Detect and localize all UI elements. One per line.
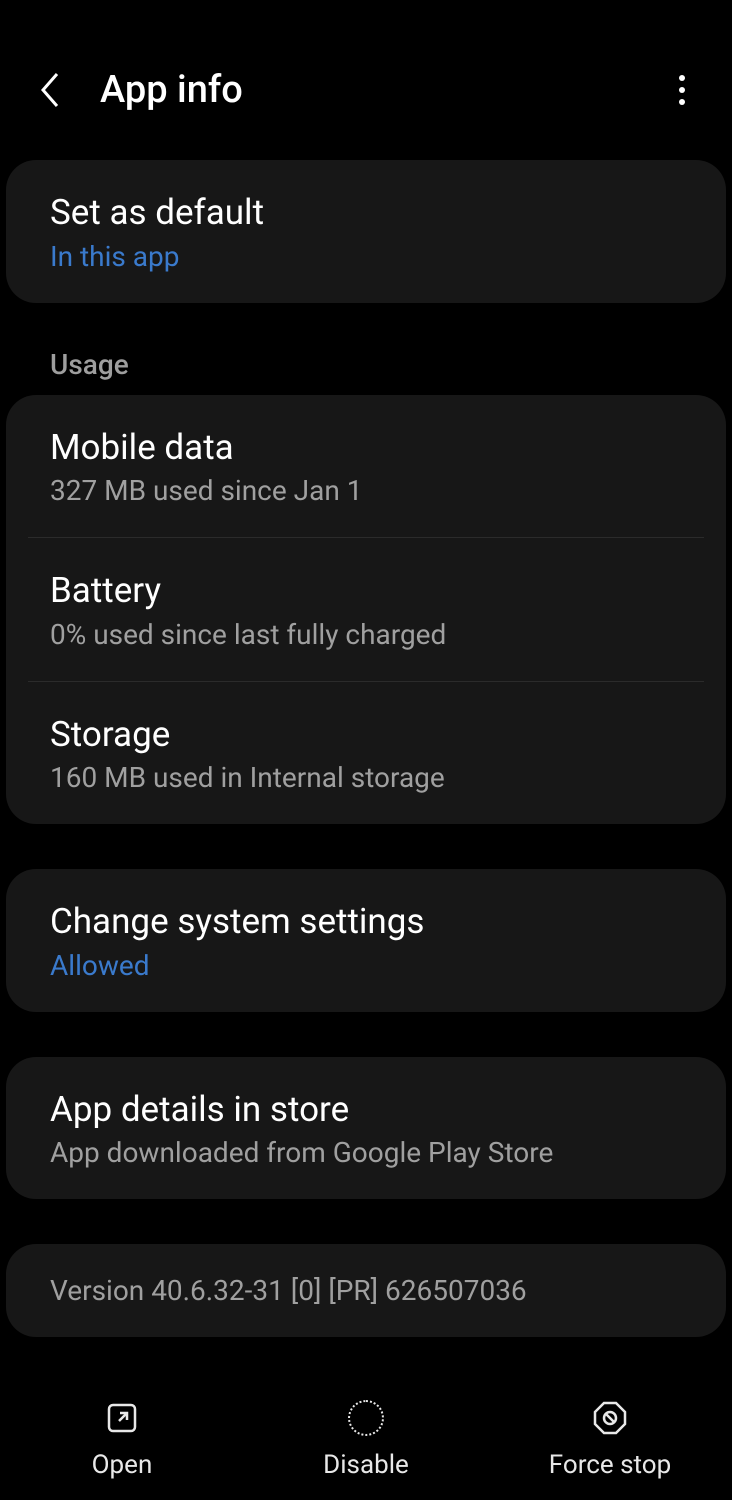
item-title: Storage [50,712,682,758]
more-options-button[interactable] [662,70,702,110]
disable-icon [348,1400,384,1436]
chevron-left-icon [39,72,61,108]
set-default-card: Set as default In this app [6,160,726,303]
item-title: Set as default [50,190,682,236]
item-subtitle: App downloaded from Google Play Store [50,1136,682,1169]
battery-item[interactable]: Battery 0% used since last fully charged [6,538,726,681]
header: App info [0,0,732,160]
more-vertical-icon [679,75,685,105]
open-button[interactable]: Open [0,1400,244,1480]
force-stop-icon [592,1400,628,1436]
item-subtitle: In this app [50,240,682,273]
item-subtitle: 0% used since last fully charged [50,618,682,651]
change-system-card: Change system settings Allowed [6,869,726,1012]
back-button[interactable] [30,70,70,110]
open-icon [104,1400,140,1436]
mobile-data-item[interactable]: Mobile data 327 MB used since Jan 1 [6,395,726,538]
usage-card: Mobile data 327 MB used since Jan 1 Batt… [6,395,726,825]
content-area: Set as default In this app Usage Mobile … [0,160,732,1337]
item-title: Battery [50,568,682,614]
item-title: Mobile data [50,425,682,471]
action-label: Force stop [549,1450,671,1480]
app-details-store-item[interactable]: App details in store App downloaded from… [6,1057,726,1200]
usage-section-header: Usage [6,348,726,395]
force-stop-button[interactable]: Force stop [488,1400,732,1480]
item-title: App details in store [50,1087,682,1133]
storage-item[interactable]: Storage 160 MB used in Internal storage [6,682,726,825]
disable-button[interactable]: Disable [244,1400,488,1480]
item-subtitle: 160 MB used in Internal storage [50,761,682,794]
item-title: Change system settings [50,899,682,945]
version-text: Version 40.6.32-31 [0] [PR] 626507036 [50,1274,682,1307]
change-system-settings-item[interactable]: Change system settings Allowed [6,869,726,1012]
bottom-action-bar: Open Disable Force stop [0,1386,732,1500]
set-as-default-item[interactable]: Set as default In this app [6,160,726,303]
version-card: Version 40.6.32-31 [0] [PR] 626507036 [6,1244,726,1337]
page-title: App info [100,68,662,112]
app-details-card: App details in store App downloaded from… [6,1057,726,1200]
action-label: Disable [323,1450,409,1480]
item-subtitle: 327 MB used since Jan 1 [50,474,682,507]
action-label: Open [92,1450,153,1480]
item-subtitle: Allowed [50,949,682,982]
